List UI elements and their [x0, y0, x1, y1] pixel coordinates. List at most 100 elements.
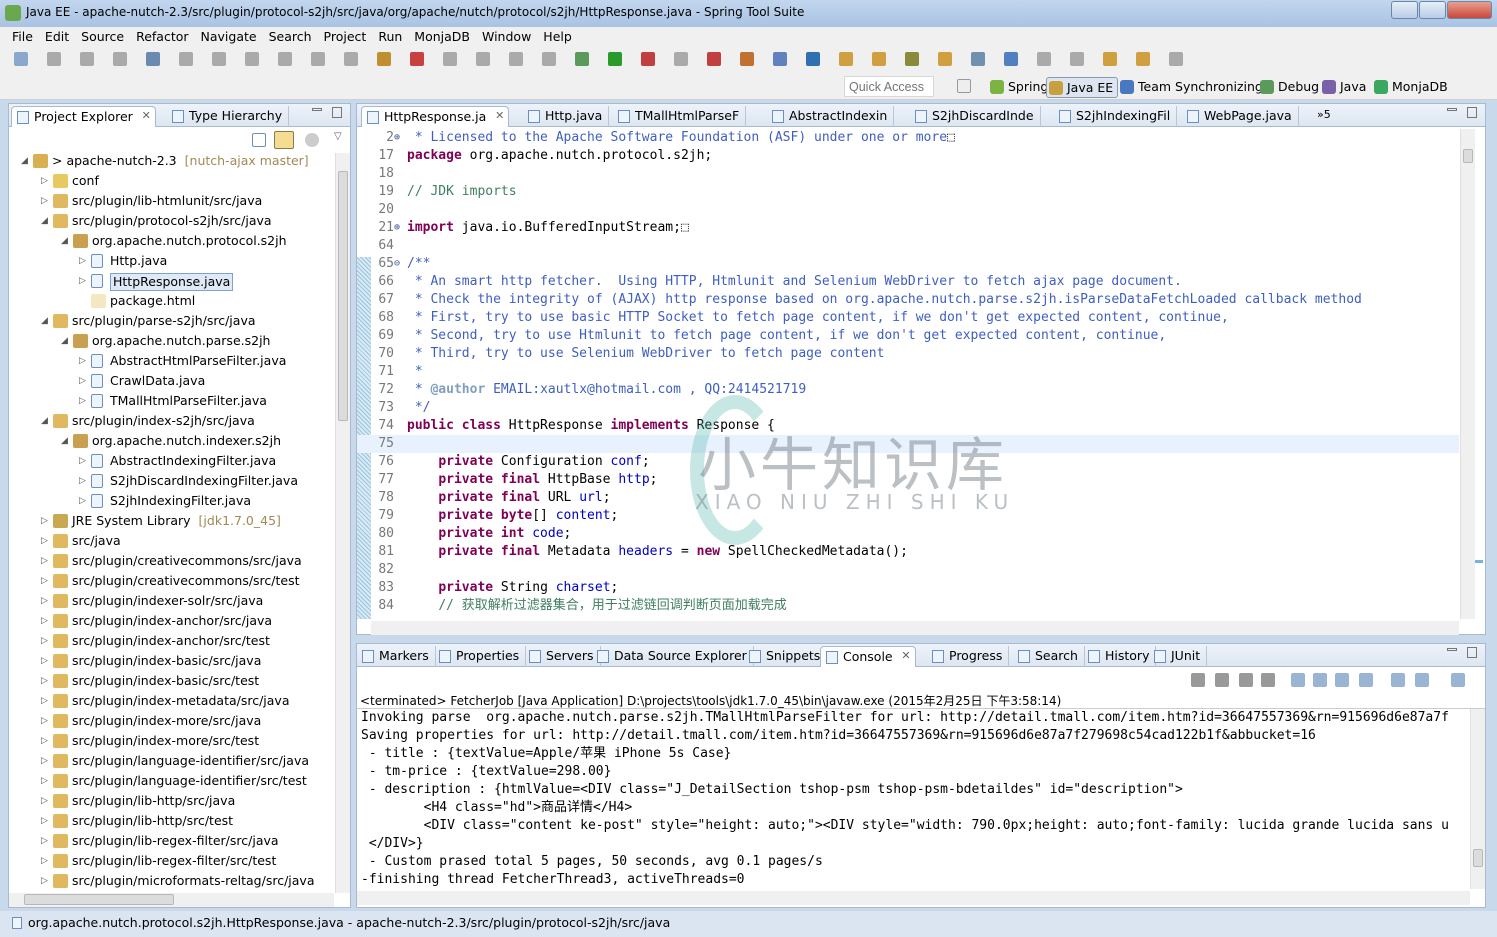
perspective-debug[interactable]: Debug [1258, 77, 1323, 98]
toolbar-button-icon[interactable] [311, 52, 325, 66]
tree-item[interactable]: ▷ HttpResponse.java [9, 271, 334, 291]
tree-item[interactable]: ▷ S2jhIndexingFilter.java [9, 491, 334, 511]
tab-project-explorer[interactable]: Project Explorer ✕ [11, 106, 156, 127]
quick-access-input[interactable] [844, 76, 934, 97]
expanded-arrow-icon[interactable]: ◢ [61, 231, 68, 251]
collapsed-arrow-icon[interactable]: ▷ [41, 771, 48, 791]
clear-console-icon[interactable] [1291, 673, 1305, 687]
toolbar-button-icon[interactable] [1103, 52, 1117, 66]
tree-item[interactable]: ◢ org.apache.nutch.parse.s2jh [9, 331, 334, 351]
toolbar-button-icon[interactable] [14, 52, 28, 66]
tab-search[interactable]: Search [1013, 646, 1085, 667]
code-line[interactable]: 69 * Second, try to use Htmlunit to fetc… [357, 327, 1459, 345]
code-line[interactable]: 67 * Check the integrity of (AJAX) http … [357, 291, 1459, 309]
collapsed-arrow-icon[interactable]: ▷ [41, 791, 48, 811]
perspective-team-synchronizing[interactable]: Team Synchronizing [1118, 77, 1267, 98]
tree-item[interactable]: ▷ src/plugin/index-more/src/java [9, 711, 334, 731]
tab-http-java[interactable]: Http.java [523, 106, 610, 127]
collapsed-arrow-icon[interactable]: ▷ [41, 531, 48, 551]
console-output[interactable]: Invoking parse org.apache.nutch.parse.s2… [357, 709, 1470, 889]
toolbar-button-icon[interactable] [410, 52, 424, 66]
terminate-icon[interactable] [1191, 673, 1205, 687]
toolbar-button-icon[interactable] [575, 52, 589, 66]
tree-item[interactable]: ▷ src/plugin/language-identifier/src/java [9, 751, 334, 771]
collapsed-arrow-icon[interactable]: ▷ [41, 871, 48, 891]
code-line[interactable]: 66 * An smart http fetcher. Using HTTP, … [357, 273, 1459, 291]
show-on-output-icon[interactable] [1359, 673, 1373, 687]
tab-properties[interactable]: Properties [434, 646, 527, 667]
code-editor[interactable]: 2 ⊕ * Licensed to the Apache Software Fou… [357, 129, 1459, 619]
tab-markers[interactable]: Markers [357, 646, 436, 667]
toolbar-button-icon[interactable] [740, 52, 754, 66]
tree-item[interactable]: package.html [9, 291, 334, 311]
scroll-lock-icon[interactable] [1313, 673, 1327, 687]
toolbar-button-icon[interactable] [278, 52, 292, 66]
tree-item[interactable]: ◢ > apache-nutch-2.3 [nutch-ajax master] [9, 151, 334, 171]
remove-all-terminated-icon[interactable] [1261, 673, 1275, 687]
collapsed-arrow-icon[interactable]: ▷ [41, 651, 48, 671]
editor-tab-overflow[interactable]: »5 [1317, 108, 1331, 121]
tab-tmallhtmlparsef[interactable]: TMallHtmlParseF [613, 106, 747, 127]
menu-project[interactable]: Project [318, 27, 373, 47]
menu-source[interactable]: Source [75, 27, 130, 47]
word-wrap-icon[interactable] [1335, 673, 1349, 687]
collapsed-arrow-icon[interactable]: ▷ [41, 751, 48, 771]
toolbar-button-icon[interactable] [938, 52, 952, 66]
toolbar-button-icon[interactable] [641, 52, 655, 66]
toolbar-button-icon[interactable] [674, 52, 688, 66]
toolbar-button-icon[interactable] [1070, 52, 1084, 66]
perspective-monjadb[interactable]: MonjaDB [1372, 77, 1452, 98]
overview-marker[interactable] [1475, 560, 1483, 563]
code-line[interactable]: 72 * @author EMAIL:xautlx@hotmail.com , … [357, 381, 1459, 399]
collapsed-arrow-icon[interactable]: ▷ [41, 591, 48, 611]
toolbar-button-icon[interactable] [872, 52, 886, 66]
menu-file[interactable]: File [6, 27, 39, 47]
tab-servers[interactable]: Servers [524, 646, 601, 667]
tree-item[interactable]: ▷ src/plugin/index-anchor/src/java [9, 611, 334, 631]
collapsed-arrow-icon[interactable]: ▷ [41, 551, 48, 571]
tree-hscrollbar[interactable] [9, 893, 334, 907]
toolbar-button-icon[interactable] [113, 52, 127, 66]
maximize-view-icon[interactable] [1467, 647, 1477, 658]
tree-item[interactable]: ▷ TMallHtmlParseFilter.java [9, 391, 334, 411]
toolbar-button-icon[interactable] [1037, 52, 1051, 66]
code-line[interactable]: 73 */ [357, 399, 1459, 417]
tree-item[interactable]: ▷ src/plugin/index-basic/src/java [9, 651, 334, 671]
tree-item[interactable]: ▷ JRE System Library [jdk1.7.0_45] [9, 511, 334, 531]
collapsed-arrow-icon[interactable]: ▷ [79, 491, 86, 511]
toolbar-button-icon[interactable] [971, 52, 985, 66]
code-line[interactable]: 17 package org.apache.nutch.protocol.s2jh… [357, 147, 1459, 165]
tree-item[interactable]: ▷ src/plugin/index-more/src/test [9, 731, 334, 751]
editor-vscrollbar[interactable] [1460, 129, 1475, 619]
code-line[interactable]: 2 ⊕ * Licensed to the Apache Software Fou… [357, 129, 1459, 147]
tab-progress[interactable]: Progress [927, 646, 1010, 667]
tab-abstractindexin[interactable]: AbstractIndexin [767, 106, 895, 127]
tree-item[interactable]: ▷ src/plugin/creativecommons/src/test [9, 571, 334, 591]
code-line[interactable]: 82 [357, 561, 1459, 579]
fold-expand-icon[interactable]: ⊕ [394, 219, 400, 237]
toolbar-button-icon[interactable] [1169, 52, 1183, 66]
toolbar-button-icon[interactable] [212, 52, 226, 66]
console-vscrollbar[interactable] [1470, 709, 1485, 889]
minimize-button[interactable] [1391, 1, 1418, 19]
code-line[interactable]: 84 // 获取解析过滤器集合，用于过滤链回调判断页面加载完成 [357, 597, 1459, 615]
collapsed-arrow-icon[interactable]: ▷ [79, 451, 86, 471]
code-line[interactable]: 70 * Third, try to use Selenium WebDrive… [357, 345, 1459, 363]
toolbar-button-icon[interactable] [608, 52, 622, 66]
expanded-arrow-icon[interactable]: ◢ [21, 151, 28, 171]
display-console-icon[interactable] [1415, 673, 1429, 687]
code-line[interactable]: 80 private int code; [357, 525, 1459, 543]
tab-data-source-explorer[interactable]: Data Source Explorer [592, 646, 754, 667]
toolbar-button-icon[interactable] [1136, 52, 1150, 66]
tab-console[interactable]: Console ✕ [820, 646, 916, 667]
menu-run[interactable]: Run [372, 27, 408, 47]
toolbar-button-icon[interactable] [146, 52, 160, 66]
expanded-arrow-icon[interactable]: ◢ [41, 211, 48, 231]
pin-console-icon[interactable] [1391, 673, 1405, 687]
collapsed-arrow-icon[interactable]: ▷ [41, 611, 48, 631]
expanded-arrow-icon[interactable]: ◢ [61, 331, 68, 351]
tab-junit[interactable]: JUnit [1149, 646, 1208, 667]
tree-item[interactable]: ▷ src/java [9, 531, 334, 551]
tree-item[interactable]: ▷ AbstractHtmlParseFilter.java [9, 351, 334, 371]
tab-s2jhindexingfil[interactable]: S2jhIndexingFil [1054, 106, 1178, 127]
